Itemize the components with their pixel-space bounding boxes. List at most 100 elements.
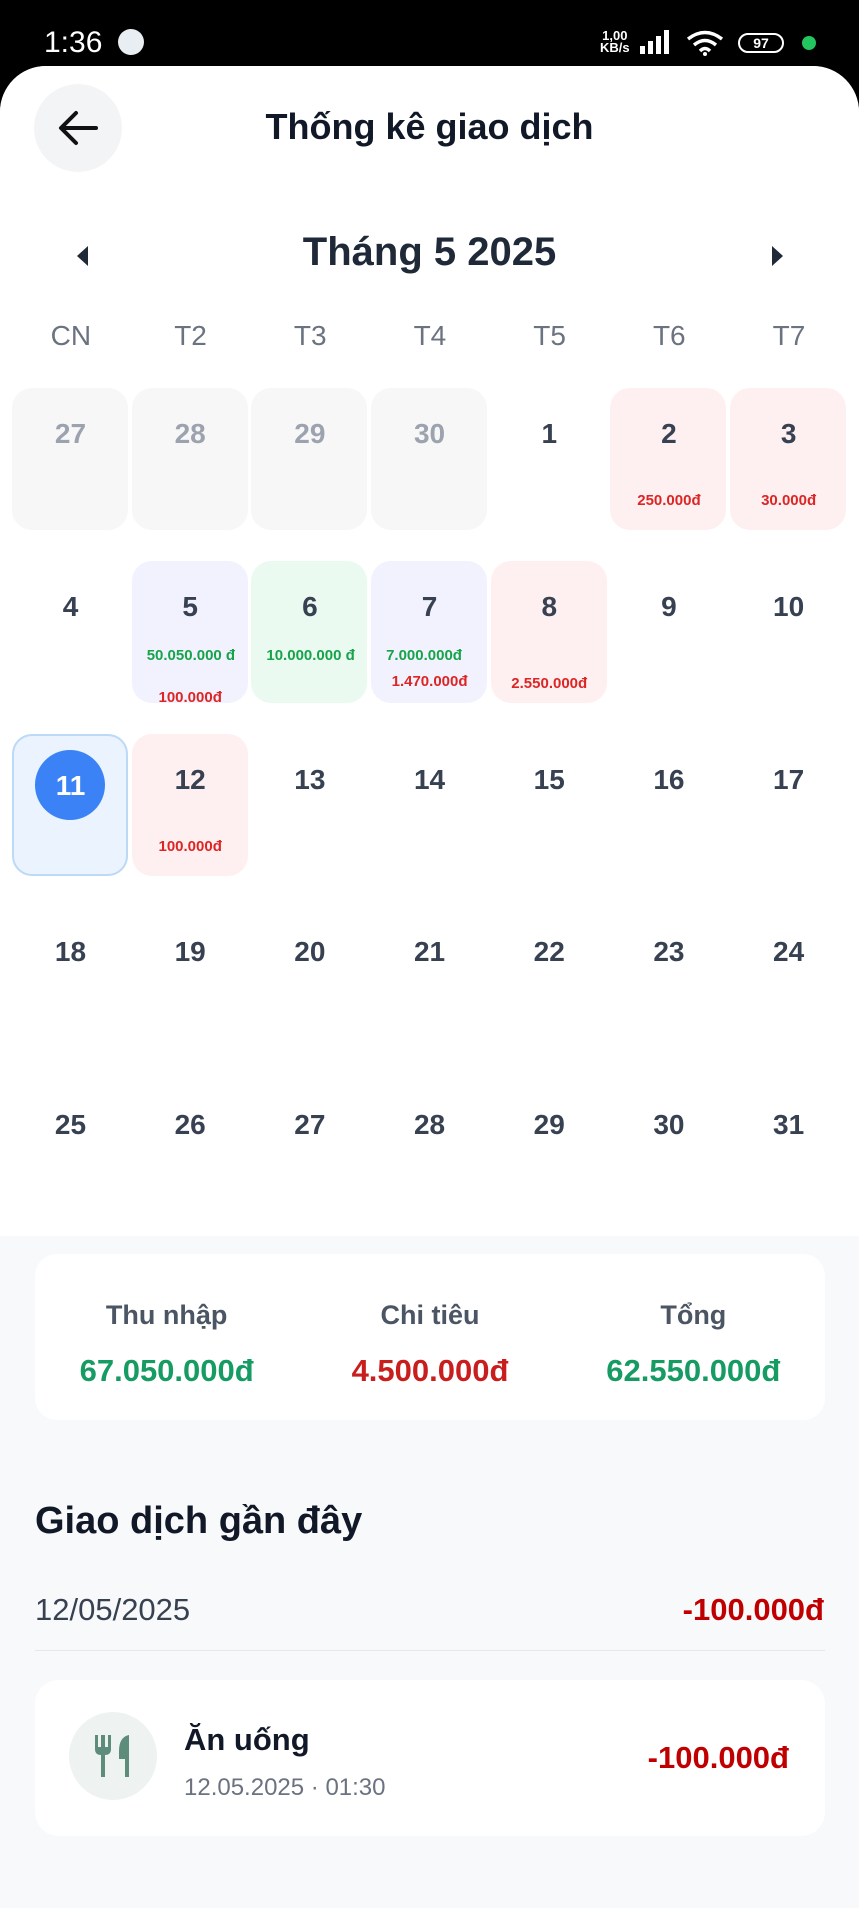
day-number: 15 [533, 763, 565, 795]
calendar-day[interactable]: 4 [11, 561, 131, 734]
status-bar: 1:36 1,00 KB/s 97 [0, 0, 859, 68]
calendar-day[interactable]: 20 [250, 906, 370, 1079]
calendar-day[interactable]: 21 [370, 906, 490, 1079]
calendar-day[interactable]: 11 [11, 733, 131, 907]
day-number: 30 [413, 418, 446, 449]
calendar-day[interactable]: 10 [729, 561, 849, 734]
day-number: 24 [773, 936, 805, 968]
wifi-icon [686, 30, 724, 56]
status-time: 1:36 [44, 26, 103, 59]
day-expense-amount: 30.000đ [761, 492, 817, 509]
calendar-day[interactable]: 30 [609, 1079, 729, 1252]
network-speed-unit: KB/s [600, 40, 630, 55]
calendar-day[interactable]: 18 [11, 906, 131, 1079]
calendar-day[interactable]: 15 [490, 734, 610, 907]
calendar-day[interactable]: 6 10.000.000 đ [250, 560, 370, 734]
summary-card: Thu nhập 67.050.000đ Chi tiêu 4.500.000đ… [35, 1254, 825, 1420]
total-label: Tổng [660, 1300, 727, 1330]
income-value: 67.050.000đ [79, 1353, 254, 1388]
calendar-day[interactable]: 23 [609, 906, 729, 1079]
calendar-day[interactable]: 26 [131, 1079, 251, 1252]
day-number: 31 [773, 1109, 805, 1141]
calendar-day[interactable]: 19 [131, 906, 251, 1079]
weekday-label: T2 [174, 320, 207, 351]
category-icon-container [69, 1712, 157, 1800]
day-number: 29 [294, 418, 326, 449]
day-number: 11 [55, 769, 86, 801]
weekday-label: T6 [652, 320, 686, 351]
day-number: 27 [294, 1109, 326, 1141]
day-expense-amount: 1.470.000đ [391, 672, 468, 690]
page-title: Thống kê giao dịch [265, 106, 594, 147]
calendar-day[interactable]: 7 7.000.000đ 1.470.000đ [370, 560, 490, 734]
calendar-day[interactable]: 29 [490, 1079, 610, 1252]
day-number: 26 [174, 1109, 206, 1141]
month-title: Tháng 5 2025 [302, 230, 557, 274]
day-expense-amount: 2.550.000đ [511, 674, 588, 692]
day-number: 25 [54, 1109, 87, 1141]
day-income-amount: 50.050.000 đ [146, 646, 236, 664]
calendar-day[interactable]: 8 2.550.000đ [490, 560, 610, 734]
transaction-item[interactable]: Ăn uống 12.05.2025 · 01:30 -100.000đ [35, 1680, 825, 1836]
day-number: 3 [780, 418, 797, 449]
day-number: 27 [54, 418, 87, 449]
day-number: 22 [533, 936, 565, 968]
group-total: -100.000đ [682, 1592, 824, 1627]
day-number: 2 [661, 418, 677, 449]
total-summary: Tổng 62.550.000đ [562, 1254, 825, 1420]
calendar-day[interactable]: 30 [370, 388, 490, 561]
calendar-day[interactable]: 13 [250, 734, 370, 907]
weekday-label: T7 [772, 320, 806, 351]
day-number: 5 [182, 590, 198, 622]
day-number: 6 [302, 590, 318, 622]
day-highlight [12, 388, 128, 530]
total-value: 62.550.000đ [606, 1353, 781, 1388]
transaction-category: Ăn uống [184, 1722, 310, 1757]
day-income-amount: 7.000.000đ [386, 646, 462, 664]
calendar-day[interactable]: 28 [131, 388, 251, 561]
battery-icon: 97 [738, 33, 784, 53]
recent-transactions-title: Giao dịch gần đây [35, 1500, 363, 1542]
transaction-datetime: 12.05.2025 · 01:30 [184, 1774, 386, 1801]
calendar-day[interactable]: 14 [370, 734, 490, 907]
expense-summary: Chi tiêu 4.500.000đ [298, 1254, 561, 1420]
day-expense-amount: 100.000đ [158, 837, 222, 855]
day-number: 4 [62, 590, 79, 622]
day-number: 10 [773, 590, 805, 622]
calendar-day[interactable]: 16 [609, 734, 729, 907]
calendar-day[interactable]: 1 [490, 388, 610, 561]
weekday-label: CN [50, 320, 92, 351]
calendar-day[interactable]: 12 100.000đ [131, 733, 251, 907]
expense-value: 4.500.000đ [351, 1353, 509, 1388]
calendar-day[interactable]: 17 [729, 734, 849, 907]
income-summary: Thu nhập 67.050.000đ [35, 1254, 298, 1420]
day-number: 28 [174, 418, 206, 449]
privacy-indicator-dot [802, 36, 816, 50]
expense-label: Chi tiêu [380, 1300, 480, 1330]
next-month-button[interactable] [758, 236, 798, 276]
calendar-day[interactable]: 5 50.050.000 đ 100.000đ [131, 560, 251, 734]
day-highlight [371, 388, 488, 530]
day-expense-amount: 100.000đ [158, 688, 222, 706]
calendar-day[interactable]: 9 [609, 561, 729, 734]
calendar-grid: 27 28 29 30 1 2 250.000đ 3 30.000đ 4 5 50.050.000 đ… [11, 388, 849, 1252]
app-notification-icon [118, 29, 144, 55]
day-highlight [251, 388, 368, 530]
day-number: 13 [294, 763, 326, 795]
calendar-day[interactable]: 27 [250, 1079, 370, 1252]
calendar-day[interactable]: 3 30.000đ [729, 388, 849, 561]
weekday-label: T4 [413, 320, 447, 351]
day-number: 18 [54, 936, 87, 968]
calendar-day[interactable]: 22 [490, 906, 610, 1079]
calendar-day[interactable]: 27 [11, 388, 131, 561]
calendar-day[interactable]: 29 [250, 388, 370, 561]
calendar-day[interactable]: 31 [729, 1079, 849, 1252]
calendar-day[interactable]: 2 250.000đ [609, 388, 729, 561]
calendar-day[interactable]: 28 [370, 1079, 490, 1252]
calendar-day[interactable]: 24 [729, 906, 849, 1079]
day-highlight [131, 560, 248, 703]
caret-right-icon [772, 246, 783, 266]
fork-knife-icon [95, 1735, 129, 1777]
calendar-day[interactable]: 25 [11, 1079, 131, 1252]
day-number: 19 [174, 936, 206, 968]
